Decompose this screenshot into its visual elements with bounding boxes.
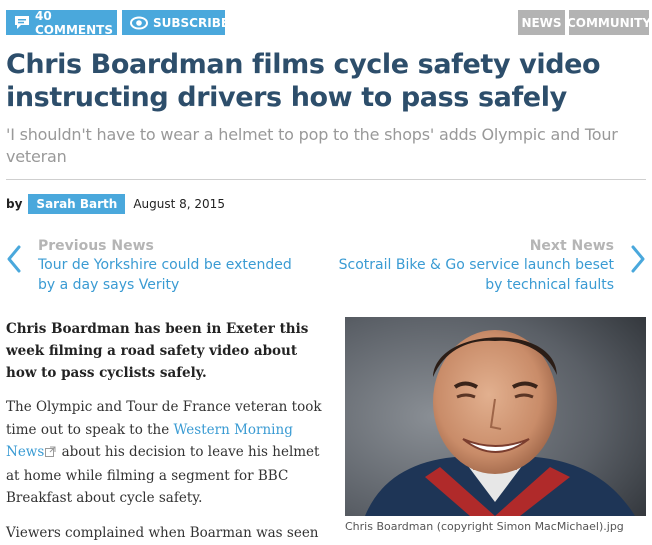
article-paragraph-2: Viewers complained when Boarman was seen [6,524,319,541]
comments-label: 40 COMMENTS [35,8,113,37]
article-body: Chris Boardman has been in Exeter this w… [6,318,324,544]
chevron-left-icon [6,245,22,277]
speech-bubble-icon [14,15,30,30]
page-title: Chris Boardman films cycle safety video … [6,49,601,113]
comments-button[interactable]: 40 COMMENTS [6,8,117,37]
image-caption: Chris Boardman (copyright Simon MacMicha… [345,520,624,533]
byline-prefix: by [6,197,23,211]
next-news-label: Next News [529,238,614,254]
previous-news-title[interactable]: Tour de Yorkshire could be extended by a… [38,255,308,295]
page-subtitle: 'I shouldn't have to wear a helmet to po… [6,125,618,166]
next-news-title[interactable]: Scotrail Bike & Go service launch beset … [324,255,614,295]
article-lead: Chris Boardman has been in Exeter this w… [6,321,309,381]
subscribe-label: SUBSCRIBE [153,15,230,30]
tag-news[interactable]: NEWS [518,10,565,35]
publish-date: August 8, 2015 [133,197,225,211]
article-paragraph: The Olympic and Tour de France veteran t… [6,396,324,510]
previous-news-label: Previous News [38,238,154,254]
chris-boardman-photo [345,317,646,516]
eye-icon [130,16,148,30]
divider [6,179,646,180]
tag-community[interactable]: COMMUNITY [567,10,651,35]
external-link-icon [45,442,56,465]
article-toolbar: 40 COMMENTS SUBSCRIBE NEWS COMMUNITY [6,8,651,37]
byline: by Sarah Barth August 8, 2015 [6,193,225,215]
author-link[interactable]: Sarah Barth [28,194,126,214]
chevron-right-icon [630,245,646,277]
subscribe-button[interactable]: SUBSCRIBE [122,10,229,35]
article-image: Chris Boardman (copyright Simon MacMicha… [345,317,646,533]
